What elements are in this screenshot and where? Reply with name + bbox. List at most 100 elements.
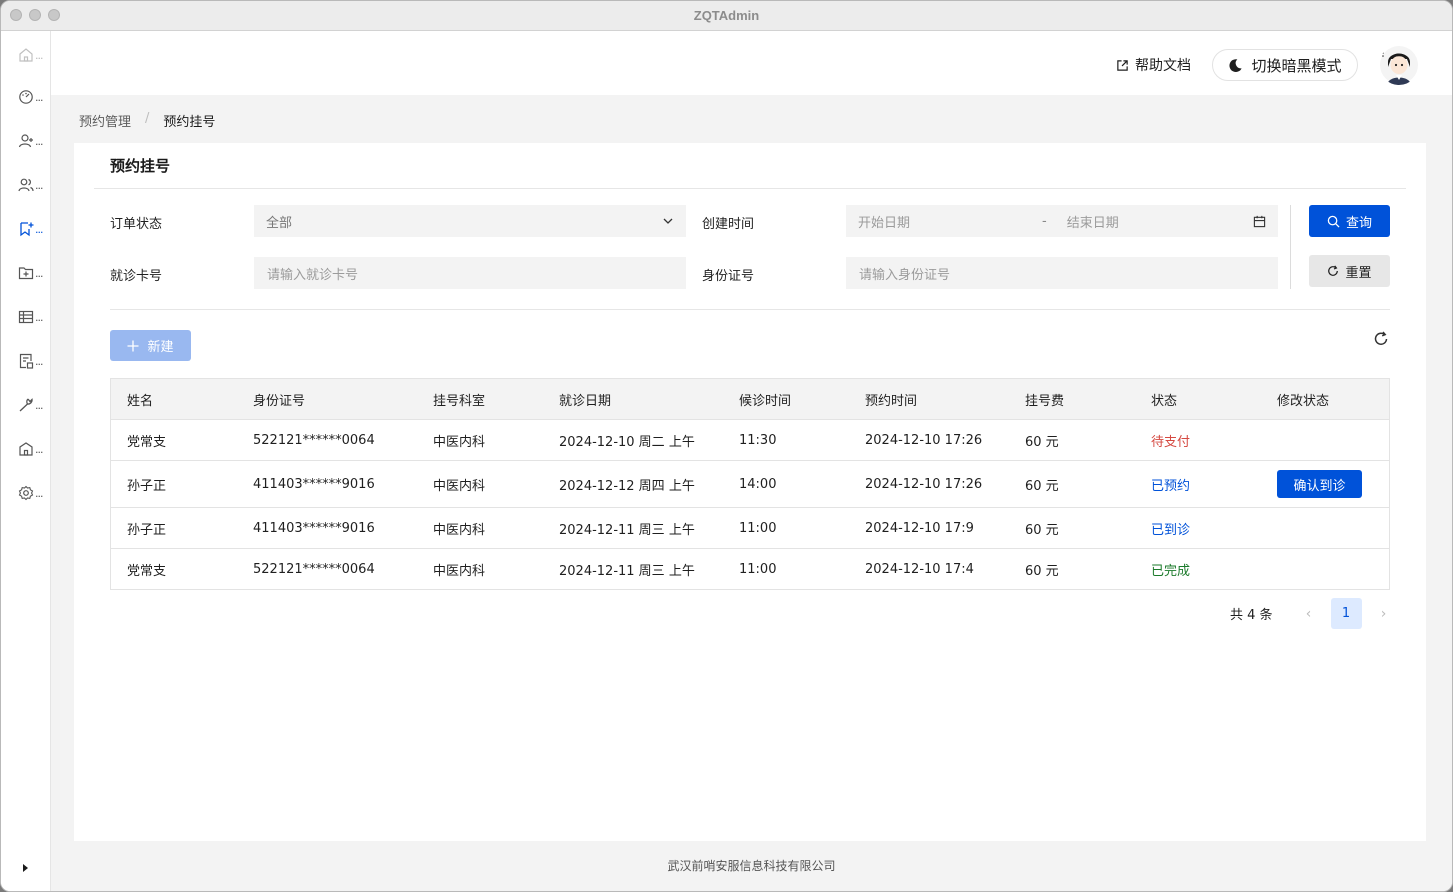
sidebar-item-users[interactable]: ... [18,175,48,195]
top-bar: 帮助文档 切换暗黑模式 [51,31,1452,95]
sidebar-item-label: ... [35,48,43,62]
dark-mode-toggle[interactable]: 切换暗黑模式 [1212,49,1358,81]
cell-wait: 11:00 [723,548,849,590]
table-icon [18,310,34,324]
window-title: ZQTAdmin [693,8,760,23]
sidebar-item-appointment[interactable]: ... [18,219,48,239]
home-icon [19,48,33,62]
next-page-button[interactable]: › [1374,606,1394,622]
status-badge: 已预约 [1135,460,1261,508]
sidebar-item-home[interactable]: ... [18,45,48,65]
breadcrumb-current: 预约挂号 [163,115,216,130]
status-badge: 待支付 [1135,419,1261,461]
help-docs-label: 帮助文档 [1135,58,1191,74]
sidebar-item-tool[interactable]: ... [18,395,48,415]
page-title: 预约挂号 [110,157,171,175]
table-row: 孙子正 411403******9016 中医内科 2024-12-11 周三 … [110,507,1390,549]
status-badge: 已到诊 [1135,507,1261,549]
column-header: 候诊时间 [723,378,849,420]
users-icon [18,178,34,192]
confirm-arrival-button[interactable]: 确认到诊 [1277,470,1362,498]
title-divider [94,188,1406,189]
pagination-total: 共 4 条 [1230,608,1273,623]
chevron-down-icon [663,218,673,224]
column-header: 状态 [1135,378,1261,420]
end-date-input[interactable]: 结束日期 [1067,212,1119,231]
create-time-range[interactable]: 开始日期 - 结束日期 [846,205,1278,237]
sidebar-item-user-add[interactable]: ... [18,131,48,151]
sidebar-item-settings[interactable]: ... [18,483,48,503]
cell-fee: 60 元 [1009,548,1135,590]
order-status-value: 全部 [266,215,293,231]
cell-id: 522121******0064 [237,419,417,461]
sidebar-item-folder[interactable]: ... [18,263,48,283]
dark-mode-label: 切换暗黑模式 [1251,56,1342,75]
id-no-input[interactable]: 请输入身份证号 [846,257,1278,289]
card-no-input[interactable]: 请输入就诊卡号 [254,257,686,289]
cell-action [1261,507,1390,549]
bookmark-add-icon [20,222,34,237]
cell-id: 411403******9016 [237,460,417,508]
sidebar-item-form[interactable]: ... [18,351,48,371]
cell-dept: 中医内科 [417,507,543,549]
search-icon [1327,215,1340,228]
sidebar-item-label: ... [35,398,43,412]
tool-icon [19,398,33,412]
sidebar-item-label: ... [35,442,43,456]
setting-icon [18,485,34,501]
order-status-select[interactable]: 全部 [254,205,686,237]
folder-add-icon [18,267,34,280]
cell-date: 2024-12-10 周二 上午 [543,419,723,461]
sidebar: ... ... ... ... ... ... ... ... ... ... … [1,31,51,891]
content-card: 预约挂号 订单状态 全部 创建时间 开始日期 - 结束日期 就诊卡号 请输入就诊… [74,143,1426,841]
create-time-label: 创建时间 [702,217,755,232]
cell-dept: 中医内科 [417,419,543,461]
order-status-label: 订单状态 [110,217,163,232]
prev-page-button[interactable]: ‹ [1299,606,1319,622]
section-divider [110,309,1390,310]
avatar[interactable] [1379,45,1419,85]
reset-button[interactable]: 重置 [1309,255,1390,287]
id-no-label: 身份证号 [702,269,755,284]
cell-fee: 60 元 [1009,460,1135,508]
id-no-placeholder: 请输入身份证号 [859,267,951,283]
sidebar-item-label: ... [35,354,43,368]
cell-name: 孙子正 [110,507,237,549]
reset-icon [1328,265,1339,276]
refresh-icon[interactable] [1373,331,1389,347]
start-date-input[interactable]: 开始日期 [858,212,910,231]
cell-fee: 60 元 [1009,507,1135,549]
sidebar-item-label: ... [35,90,43,104]
column-header: 就诊日期 [543,378,723,420]
breadcrumb-parent[interactable]: 预约管理 [79,111,131,130]
calendar-icon [1253,215,1266,227]
card-no-placeholder: 请输入就诊卡号 [267,267,359,283]
status-badge: 已完成 [1135,548,1261,590]
sidebar-item-dashboard[interactable]: ... [18,87,48,107]
page-1-button[interactable]: 1 [1330,598,1362,629]
cell-book: 2024-12-10 17:4 [849,548,1009,590]
table-header-row: 姓名 身份证号 挂号科室 就诊日期 候诊时间 预约时间 挂号费 状态 修改状态 [110,378,1390,420]
column-header: 姓名 [110,378,237,420]
main-area: 帮助文档 切换暗黑模式 预约管理 / 预约挂号 预约挂号 订单状态 全部 创建时… [51,31,1452,891]
cell-id: 522121******0064 [237,548,417,590]
range-dash: - [1042,213,1047,229]
sidebar-item-label: ... [35,134,43,148]
new-button[interactable]: 新建 [110,330,191,361]
query-button[interactable]: 查询 [1309,205,1390,237]
expand-sidebar-icon[interactable] [20,863,30,873]
cell-name: 党常支 [110,548,237,590]
cell-wait: 11:00 [723,507,849,549]
sidebar-item-label: ... [35,310,43,324]
sidebar-item-table[interactable]: ... [18,307,48,327]
new-label: 新建 [147,340,174,355]
moon-icon [1229,58,1243,72]
table-row: 党常支 522121******0064 中医内科 2024-12-11 周三 … [110,548,1390,590]
sidebar-item-label: ... [35,266,43,280]
dashboard-icon [19,90,33,104]
sidebar-item-label: ... [35,486,43,500]
help-docs-link[interactable]: 帮助文档 [1116,55,1191,75]
table-row: 党常支 522121******0064 中医内科 2024-12-10 周二 … [110,419,1390,461]
column-header: 预约时间 [849,378,1009,420]
sidebar-item-building[interactable]: ... [18,439,48,459]
